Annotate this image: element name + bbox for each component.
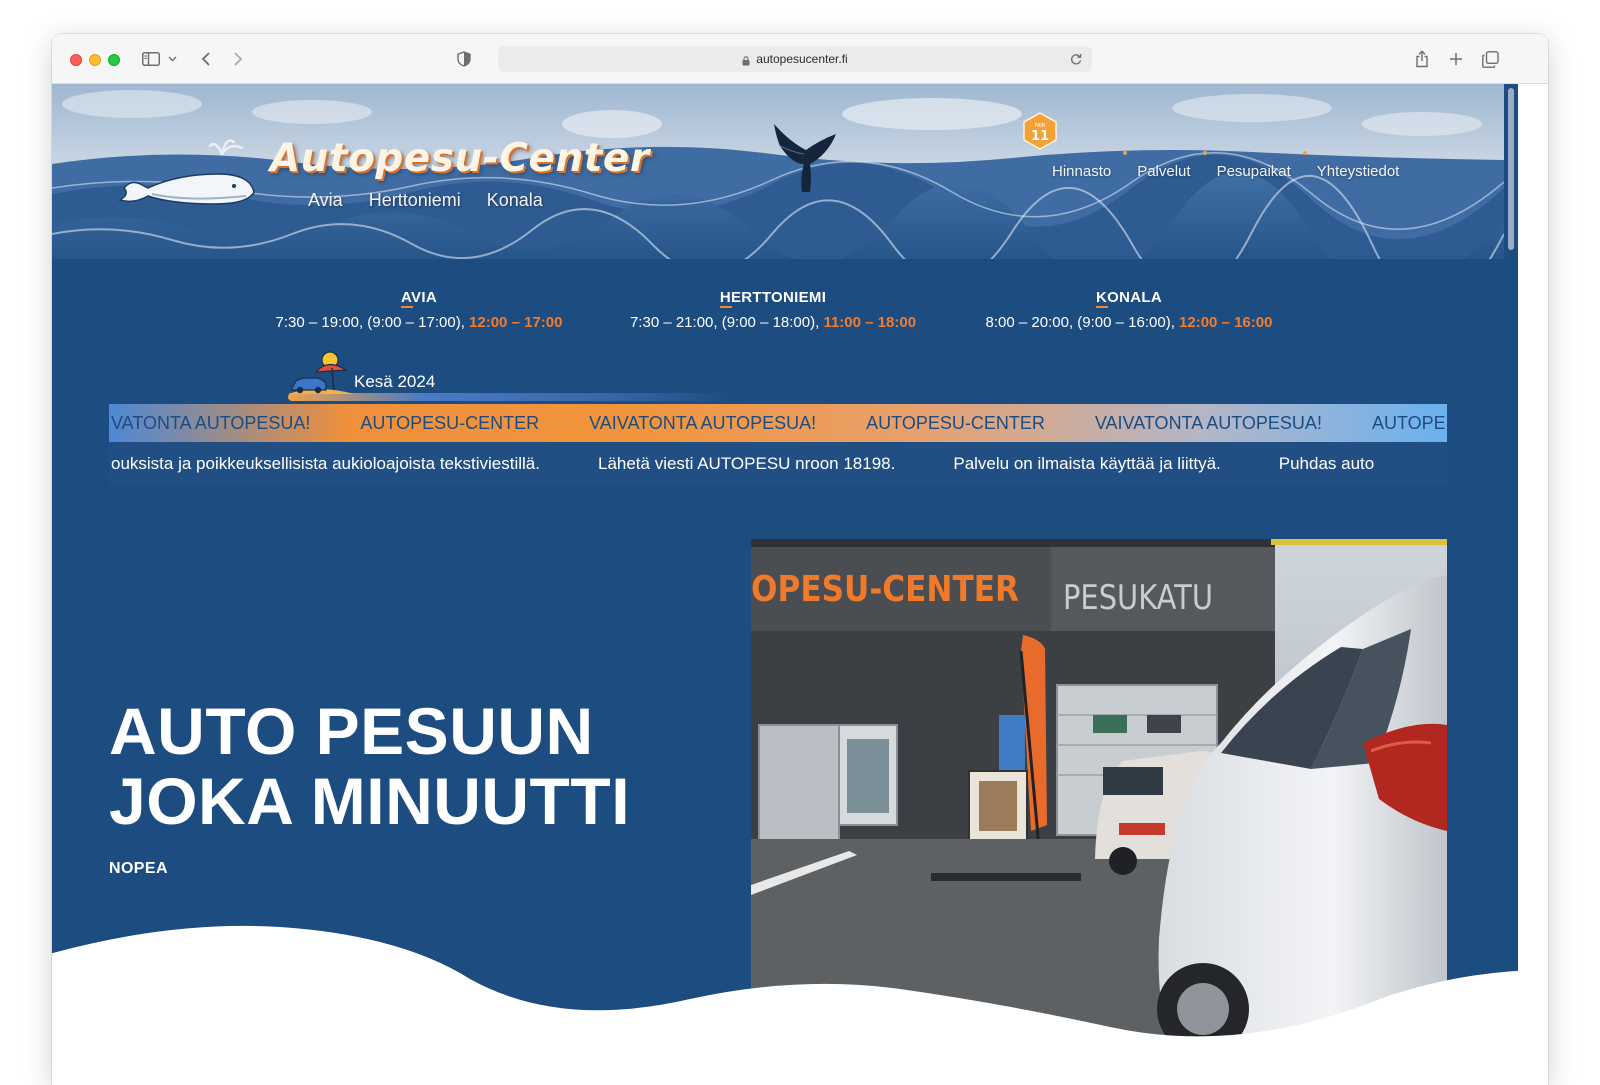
info-item: Palvelu on ilmaista käyttää ja liittyä. <box>953 454 1221 473</box>
hero-title-line-2: JOKA MINUUTTI <box>109 764 631 838</box>
nav-item-yhteystiedot[interactable]: Yhteystiedot <box>1302 151 1399 180</box>
marquee-item: AUTOPESU-CENTER <box>360 413 540 433</box>
address-bar[interactable]: autopesucenter.fi <box>498 46 1092 72</box>
main-nav: Hinnasto Palvelut Pesupaikat Yhteystiedo… <box>1052 151 1399 180</box>
hours-highlight: 12:00 – 17:00 <box>469 314 563 331</box>
hours-times: 7:30 – 21:00, (9:00 – 18:00), 11:00 – 18… <box>614 314 932 331</box>
privacy-shield-icon[interactable] <box>454 47 474 71</box>
chevron-down-icon[interactable] <box>166 47 178 71</box>
hero-title-line-1: AUTO PESUUN <box>109 694 594 768</box>
logo-location-konala: Konala <box>486 190 543 210</box>
marquee-item: AUTOPESU-CENTER <box>866 413 1045 433</box>
minimize-window-button[interactable] <box>89 54 101 66</box>
whale-tail-icon <box>770 120 840 199</box>
lock-icon <box>742 55 750 65</box>
info-item: ouksista ja poikkeuksellisista aukioloaj… <box>111 454 540 473</box>
hero-subtitle: NOPEA <box>109 860 168 877</box>
hours-highlight: 11:00 – 18:00 <box>823 314 917 331</box>
logo-title: Autopesu-Center <box>270 136 650 181</box>
tab-overview-icon[interactable] <box>1480 47 1500 71</box>
hours-konala: KONALA 8:00 – 20:00, (9:00 – 16:00), 12:… <box>970 289 1288 331</box>
scrollbar-thumb[interactable] <box>1508 88 1514 250</box>
sidebar-icon[interactable] <box>140 47 162 71</box>
reload-icon[interactable] <box>1068 51 1084 67</box>
browser-toolbar: autopesucenter.fi <box>52 34 1548 84</box>
header-banner: Autopesu-Center Avia Herttoniemi Konala … <box>52 84 1504 259</box>
url-text: autopesucenter.fi <box>756 52 848 66</box>
marquee-band: VATONTA AUTOPESUA! AUTOPESU-CENTER VAIVATO… <box>109 404 1447 442</box>
new-tab-icon[interactable] <box>1446 47 1466 71</box>
hours-regular: 8:00 – 20:00, (9:00 – 16:00), <box>985 314 1175 331</box>
hours-location-name: AVIA <box>401 289 437 308</box>
summer-label: Kesä 2024 <box>354 372 436 391</box>
whale-icon <box>118 130 258 215</box>
hours-location-name: HERTTONIEMI <box>719 289 827 308</box>
sign-pesukatu: PESUKATU <box>1063 578 1213 618</box>
logo-location-herttoniemi: Herttoniemi <box>368 190 461 210</box>
back-icon[interactable] <box>196 47 216 71</box>
logo-location-avia: Avia <box>308 190 343 210</box>
hero-title: AUTO PESUUN JOKA MINUUTTI <box>109 696 630 836</box>
hours-regular: 7:30 – 19:00, (9:00 – 17:00), <box>275 314 465 331</box>
share-icon[interactable] <box>1412 47 1432 71</box>
hours-times: 8:00 – 20:00, (9:00 – 16:00), 12:00 – 16… <box>970 314 1288 331</box>
nav-item-hinnasto[interactable]: Hinnasto <box>1052 163 1111 180</box>
marquee-item: AUTOPESU- <box>1371 413 1447 433</box>
marquee-item: VATONTA AUTOPESUA! <box>111 413 311 433</box>
hours-times: 7:30 – 19:00, (9:00 – 17:00), 12:00 – 17… <box>264 314 574 331</box>
hours-location-name: KONALA <box>1096 289 1162 308</box>
nav-item-palvelut[interactable]: Palvelut <box>1123 151 1191 180</box>
hours-highlight: 12:00 – 16:00 <box>1179 314 1273 331</box>
summer-banner[interactable]: Kesä 2024 <box>288 350 734 402</box>
award-badge-number: 11 <box>1031 129 1049 144</box>
marquee-item: VAIVATONTA AUTOPESUA! <box>589 413 817 433</box>
beach-car-icon <box>288 350 354 403</box>
marquee-item: VAIVATONTA AUTOPESUA! <box>1094 413 1322 433</box>
hours-avia: AVIA 7:30 – 19:00, (9:00 – 17:00), 12:00… <box>264 289 574 331</box>
site-logo[interactable]: Autopesu-Center Avia Herttoniemi Konala <box>270 136 650 210</box>
sign-autopesu-center: OPESU-CENTER <box>751 569 1019 610</box>
logo-locations: Avia Herttoniemi Konala <box>308 190 543 211</box>
hours-herttoniemi: HERTTONIEMI 7:30 – 21:00, (9:00 – 18:00)… <box>614 289 932 331</box>
close-window-button[interactable] <box>70 54 82 66</box>
nav-item-pesupaikat[interactable]: Pesupaikat <box>1202 151 1291 180</box>
hours-regular: 7:30 – 21:00, (9:00 – 18:00), <box>629 314 820 331</box>
award-badge: FAIR 11 <box>1022 112 1058 155</box>
summer-divider <box>288 393 734 401</box>
forward-icon[interactable] <box>228 47 248 71</box>
browser-window: autopesucenter.fi Autopesu-Center Avia H… <box>52 34 1548 1085</box>
zoom-window-button[interactable] <box>108 54 120 66</box>
info-item: Lähetä viesti AUTOPESU nroon 18198. <box>597 454 896 473</box>
wave-divider <box>52 925 1548 1085</box>
sms-info-band: ouksista ja poikkeuksellisista aukioloaj… <box>109 442 1447 486</box>
info-item: Puhdas auto <box>1278 454 1375 473</box>
